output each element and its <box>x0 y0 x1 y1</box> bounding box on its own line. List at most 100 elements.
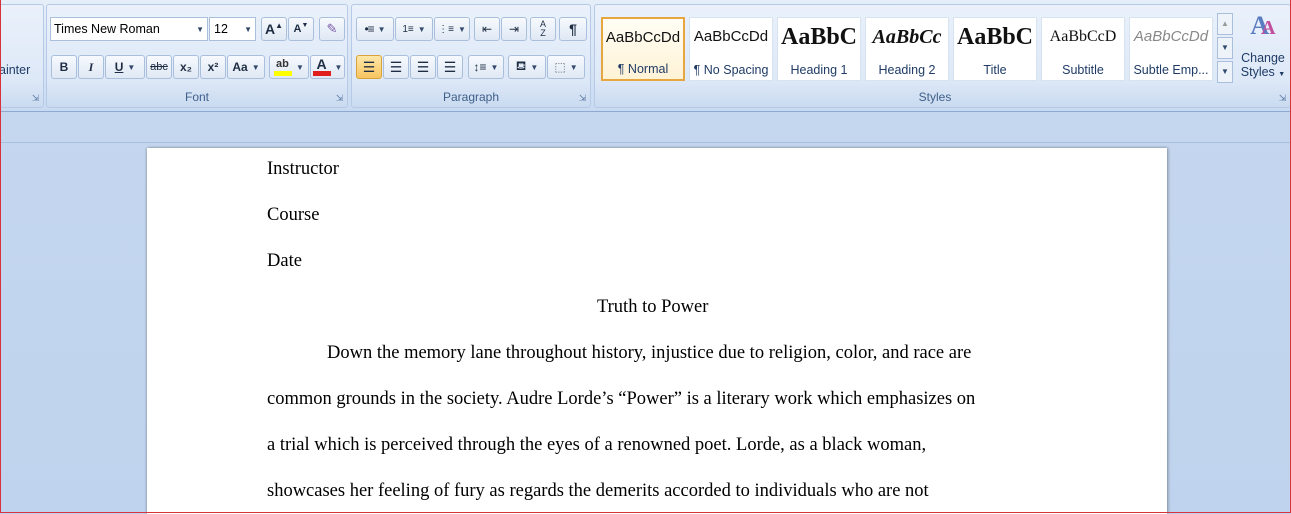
change-styles-label-1: Change <box>1241 51 1285 65</box>
change-styles-label-2: Styles <box>1240 65 1275 79</box>
bullets-button[interactable]: •≡ ▼ <box>356 17 394 41</box>
style-sample: AaBbCcD <box>1049 28 1117 45</box>
align-center-icon: ☰ <box>389 58 403 75</box>
style-subtitle[interactable]: AaBbCcD Subtitle <box>1041 17 1125 81</box>
align-right-icon: ☰ <box>416 58 430 75</box>
header-course[interactable]: Course <box>267 205 319 226</box>
paint-bucket-icon: ⛾ <box>515 58 527 73</box>
styles-group: AaBbCcDd ¶ Normal AaBbCcDd ¶ No Spacing … <box>594 4 1291 108</box>
body-line-2[interactable]: common grounds in the society. Audre Lor… <box>267 389 975 410</box>
font-name-value: Times New Roman <box>54 22 160 36</box>
style-name: ¶ No Spacing <box>693 63 769 77</box>
eraser-icon: ✎ <box>326 21 338 36</box>
bold-button[interactable]: B <box>51 55 77 79</box>
chevron-down-icon[interactable]: ▼ <box>196 25 204 34</box>
decrease-indent-button[interactable]: ⇤ <box>474 17 500 41</box>
show-marks-button[interactable]: ¶ <box>559 17 587 41</box>
italic-icon: I <box>88 59 94 74</box>
multilevel-list-button[interactable]: ⋮≡ ▼ <box>434 17 470 41</box>
chevron-down-icon: ▼ <box>1278 71 1286 78</box>
style-title[interactable]: AaBbC Title <box>953 17 1037 81</box>
numbered-list-icon: 1≡ <box>402 23 414 35</box>
superscript-button[interactable]: x² <box>200 55 226 79</box>
style-no-spacing[interactable]: AaBbCcDd ¶ No Spacing <box>689 17 773 81</box>
style-name: Subtitle <box>1062 63 1104 77</box>
change-case-button[interactable]: Aa ▼ <box>227 55 265 79</box>
style-normal[interactable]: AaBbCcDd ¶ Normal <box>601 17 685 81</box>
increase-indent-icon: ⇥ <box>508 22 520 36</box>
format-painter-button[interactable]: ainter <box>0 63 30 77</box>
style-name: Heading 1 <box>790 63 848 77</box>
align-center-button[interactable]: ☰ <box>383 55 409 79</box>
borders-button[interactable]: ⬚ ▼ <box>547 55 585 79</box>
style-name: Title <box>983 63 1007 77</box>
font-color-icon: A <box>312 56 331 76</box>
body-line-4[interactable]: showcases her feeling of fury as regards… <box>267 481 929 502</box>
style-name: Heading 2 <box>878 63 936 77</box>
align-left-button[interactable]: ☰ <box>356 55 382 79</box>
increase-indent-button[interactable]: ⇥ <box>501 17 527 41</box>
grow-font-button[interactable]: A ▲ <box>261 17 287 41</box>
font-size-value: 12 <box>214 22 228 36</box>
bullet-list-icon: •≡ <box>364 21 374 36</box>
strikethrough-icon: abc <box>150 61 168 73</box>
pilcrow-icon: ¶ <box>569 21 577 37</box>
style-heading-1[interactable]: AaBbC Heading 1 <box>777 17 861 81</box>
styles-launcher-icon[interactable]: ⇲ <box>1278 94 1287 103</box>
header-instructor[interactable]: Instructor <box>267 159 339 180</box>
clipboard-group: ainter ⇲ <box>0 4 44 108</box>
document-page[interactable]: Instructor Course Date Truth to Power Do… <box>147 148 1167 514</box>
paragraph-group-label: Paragraph <box>442 90 500 104</box>
document-title[interactable]: Truth to Power <box>597 297 708 318</box>
style-sample: AaBbCc <box>872 26 942 48</box>
multilevel-list-icon: ⋮≡ <box>438 23 454 35</box>
style-subtle-emphasis[interactable]: AaBbCcDd Subtle Emp... <box>1129 17 1213 81</box>
paragraph-group: •≡ ▼ 1≡ ▼ ⋮≡ ▼ ⇤ ⇥ AZ ¶ ☰ ☰ ☰ ☰ ↕≡ ▼ ⛾ ▼… <box>351 4 591 108</box>
gallery-more-button[interactable]: ▼ <box>1217 61 1233 83</box>
paragraph-launcher-icon[interactable]: ⇲ <box>578 94 587 103</box>
style-sample: AaBbC <box>956 24 1034 50</box>
decrease-indent-icon: ⇤ <box>481 22 493 36</box>
subscript-button[interactable]: x₂ <box>173 55 199 79</box>
ribbon: ainter ⇲ Times New Roman ▼ 12 ▼ A ▲ A ▼ ✎ … <box>0 0 1291 112</box>
style-name: ¶ Normal <box>617 62 669 76</box>
clear-formatting-button[interactable]: ✎ <box>319 17 345 41</box>
chevron-down-icon[interactable]: ▼ <box>244 25 252 34</box>
clipboard-launcher-icon[interactable]: ⇲ <box>31 94 40 103</box>
grow-font-icon: A <box>264 21 276 37</box>
line-spacing-icon: ↕≡ <box>473 60 487 74</box>
font-group-label: Font <box>184 90 209 104</box>
numbering-button[interactable]: 1≡ ▼ <box>395 17 433 41</box>
align-left-icon: ☰ <box>362 58 376 75</box>
highlight-color-button[interactable]: ab ▼ <box>269 55 309 79</box>
style-heading-2[interactable]: AaBbCc Heading 2 <box>865 17 949 81</box>
font-name-select[interactable]: Times New Roman ▼ <box>50 17 208 41</box>
style-name: Subtle Emp... <box>1133 63 1209 77</box>
highlighter-icon: ab <box>274 58 293 76</box>
font-launcher-icon[interactable]: ⇲ <box>335 94 344 103</box>
font-size-select[interactable]: 12 ▼ <box>209 17 256 41</box>
scroll-up-button[interactable]: ▲ <box>1217 13 1233 35</box>
strikethrough-button[interactable]: abc <box>146 55 172 79</box>
font-color-button[interactable]: A ▼ <box>310 55 345 79</box>
line-spacing-button[interactable]: ↕≡ ▼ <box>468 55 504 79</box>
underline-icon: U <box>114 60 124 74</box>
shrink-font-button[interactable]: A ▼ <box>288 17 314 41</box>
scroll-down-button[interactable]: ▼ <box>1217 37 1233 59</box>
change-styles-button[interactable]: AA Change Styles ▼ <box>1237 11 1289 89</box>
body-line-1[interactable]: Down the memory lane throughout history,… <box>327 343 971 364</box>
sort-button[interactable]: AZ <box>530 17 556 41</box>
shading-button[interactable]: ⛾ ▼ <box>508 55 546 79</box>
change-styles-icon: AA <box>1250 11 1276 40</box>
justify-button[interactable]: ☰ <box>437 55 463 79</box>
subscript-icon: x₂ <box>179 60 192 74</box>
highlight-color-bar <box>274 71 293 76</box>
shrink-font-icon: A <box>293 23 302 35</box>
header-date[interactable]: Date <box>267 251 302 272</box>
body-line-3[interactable]: a trial which is perceived through the e… <box>267 435 926 456</box>
styles-gallery-scroll: ▲ ▼ ▼ <box>1217 13 1233 83</box>
underline-button[interactable]: U ▼ <box>105 55 145 79</box>
bold-icon: B <box>59 60 69 74</box>
align-right-button[interactable]: ☰ <box>410 55 436 79</box>
italic-button[interactable]: I <box>78 55 104 79</box>
